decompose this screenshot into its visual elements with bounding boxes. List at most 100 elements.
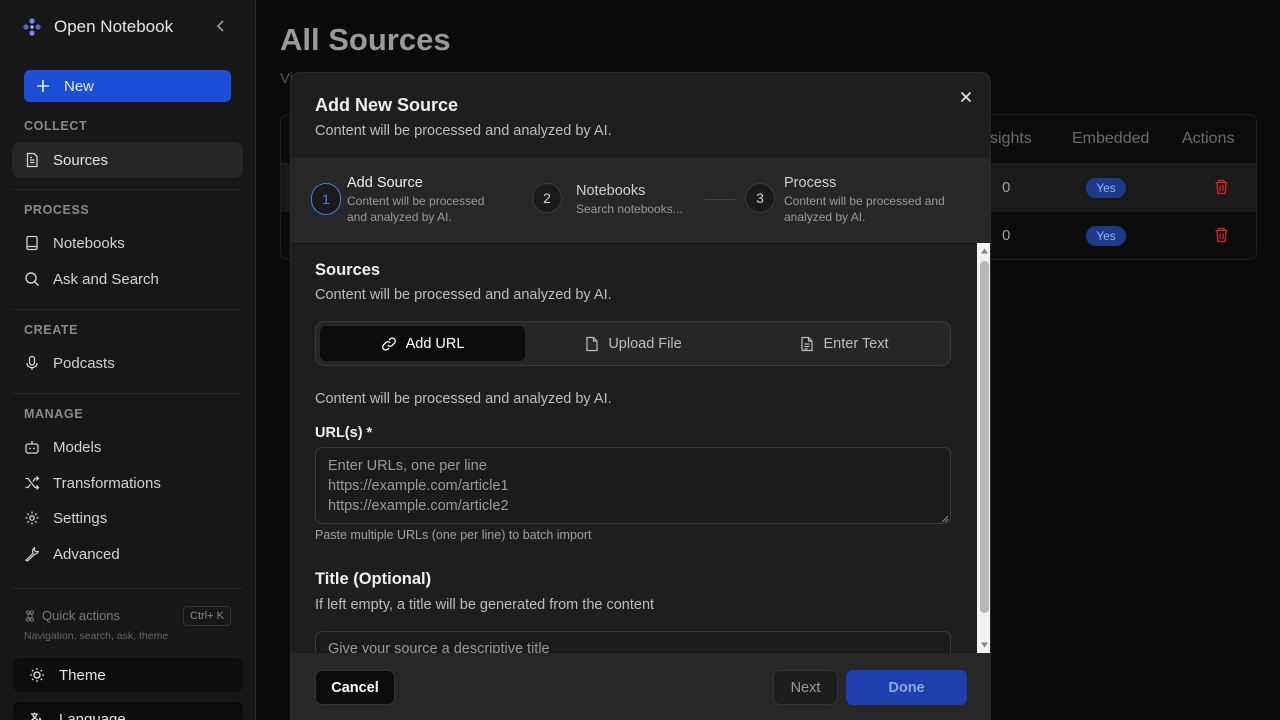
divider: [12, 309, 243, 310]
sidebar-item-label: Advanced: [53, 545, 120, 563]
sidebar-item-label: Settings: [53, 509, 108, 527]
section-collect: COLLECT: [24, 119, 88, 133]
theme-button[interactable]: Theme: [13, 658, 243, 692]
sidebar: Open Notebook New COLLECT Sources PROCES…: [0, 0, 256, 720]
section-create: CREATE: [24, 323, 79, 337]
sidebar-item-label: Ask and Search: [53, 270, 159, 288]
quick-actions[interactable]: Quick actions: [24, 608, 120, 623]
sources-description: Content will be processed and analyzed b…: [315, 287, 612, 303]
dialog-content: Sources Content will be processed and an…: [291, 243, 979, 653]
wizard-stepper: 1 Add Source Content will be processed a…: [291, 158, 990, 242]
sidebar-item-podcasts[interactable]: Podcasts: [12, 345, 243, 381]
new-label: New: [64, 77, 95, 95]
sidebar-item-sources[interactable]: Sources: [12, 142, 243, 178]
sidebar-item-label: Podcasts: [53, 354, 115, 372]
trash-icon[interactable]: [1214, 179, 1229, 195]
column-header-actions: Actions: [1182, 130, 1235, 147]
resize-handle-icon[interactable]: [941, 515, 949, 523]
done-button[interactable]: Done: [846, 670, 967, 705]
section-process: PROCESS: [24, 203, 90, 217]
column-header-embedded: Embedded: [1072, 130, 1150, 147]
url-hint: Paste multiple URLs (one per line) to ba…: [315, 528, 592, 542]
language-label: Language: [59, 710, 126, 720]
brand[interactable]: Open Notebook: [22, 14, 173, 40]
sidebar-item-models[interactable]: Models: [12, 429, 243, 465]
wrench-icon: [24, 546, 40, 562]
tab-enter-text[interactable]: Enter Text: [742, 326, 947, 361]
sidebar-item-transformations[interactable]: Transformations: [12, 465, 243, 501]
step-1-number[interactable]: 1: [311, 183, 341, 215]
search-icon: [24, 271, 40, 287]
scroll-up-icon[interactable]: [980, 247, 989, 255]
collapse-sidebar-icon[interactable]: [214, 19, 228, 33]
title-heading: Title (Optional): [315, 570, 432, 588]
trash-icon[interactable]: [1214, 227, 1229, 243]
file-icon: [585, 336, 599, 352]
file-text-icon: [800, 336, 814, 352]
title-input[interactable]: Give your source a descriptive title: [315, 631, 951, 653]
sidebar-item-ask[interactable]: Ask and Search: [12, 261, 243, 297]
step-1-title: Add Source: [347, 175, 423, 191]
step-1-desc: Content will be processed and analyzed b…: [347, 194, 485, 224]
sidebar-item-label: Notebooks: [53, 234, 125, 252]
sidebar-item-label: Sources: [53, 151, 109, 169]
tab-label: Add URL: [405, 335, 465, 352]
url-label: URL(s) *: [315, 425, 373, 441]
gear-icon: [24, 510, 40, 526]
step-2-title: Notebooks: [576, 183, 646, 199]
shortcut-badge: Ctrl+ K: [183, 606, 231, 626]
page-title: All Sources: [280, 22, 451, 57]
dialog-footer: Cancel Next Done: [291, 653, 990, 720]
step-3-title: Process: [784, 175, 837, 191]
url-textarea[interactable]: Enter URLs, one per line https://example…: [315, 447, 951, 524]
embedded-badge: Yes: [1086, 226, 1126, 246]
divider: [12, 393, 243, 394]
divider: [12, 189, 243, 190]
bot-icon: [24, 439, 40, 455]
embedded-badge: Yes: [1086, 178, 1126, 198]
sidebar-item-advanced[interactable]: Advanced: [12, 536, 243, 572]
add-source-dialog: Add New Source Content will be processed…: [290, 72, 991, 720]
step-3-desc: Content will be processed and analyzed b…: [784, 194, 945, 224]
sidebar-item-notebooks[interactable]: Notebooks: [12, 225, 243, 261]
step-2-number[interactable]: 2: [532, 183, 562, 213]
plus-icon: [36, 79, 50, 93]
microphone-icon: [24, 355, 40, 371]
book-icon: [24, 235, 40, 251]
scroll-down-icon[interactable]: [980, 641, 989, 649]
cancel-button[interactable]: Cancel: [315, 670, 395, 705]
source-type-tabs: Add URL Upload File Enter Text: [315, 321, 951, 366]
sidebar-item-label: Models: [53, 438, 102, 456]
divider: [12, 588, 243, 589]
column-header-insights: sights: [990, 130, 1032, 147]
logo-icon: [22, 17, 42, 37]
scrollbar[interactable]: [977, 243, 990, 653]
close-icon[interactable]: [959, 90, 973, 104]
sidebar-item-settings[interactable]: Settings: [12, 500, 243, 536]
shuffle-icon: [24, 475, 40, 491]
step-3-number[interactable]: 3: [745, 183, 775, 213]
quick-actions-hint: Navigation, search, ask, theme: [24, 630, 169, 642]
insights-count: 0: [1002, 179, 1011, 196]
scroll-thumb[interactable]: [980, 261, 989, 613]
url-description: Content will be processed and analyzed b…: [315, 391, 612, 407]
section-manage: MANAGE: [24, 407, 84, 421]
step-2-desc: Search notebooks...: [576, 202, 683, 216]
tab-label: Enter Text: [823, 335, 889, 352]
next-button[interactable]: Next: [773, 670, 838, 705]
sidebar-item-label: Transformations: [53, 474, 161, 492]
sun-icon: [29, 667, 45, 683]
language-button[interactable]: Language: [13, 702, 243, 720]
tab-upload-file[interactable]: Upload File: [531, 326, 736, 361]
tab-add-url[interactable]: Add URL: [320, 326, 525, 361]
command-icon: [24, 609, 36, 622]
new-button[interactable]: New: [24, 70, 231, 102]
tab-label: Upload File: [608, 335, 682, 352]
language-icon: [29, 711, 45, 720]
insights-count: 0: [1002, 227, 1011, 244]
step-connector: [705, 199, 735, 200]
title-description: If left empty, a title will be generated…: [315, 597, 655, 613]
quick-actions-label: Quick actions: [42, 608, 121, 623]
dialog-description: Content will be processed and analyzed b…: [315, 123, 612, 139]
sources-heading: Sources: [315, 261, 381, 279]
